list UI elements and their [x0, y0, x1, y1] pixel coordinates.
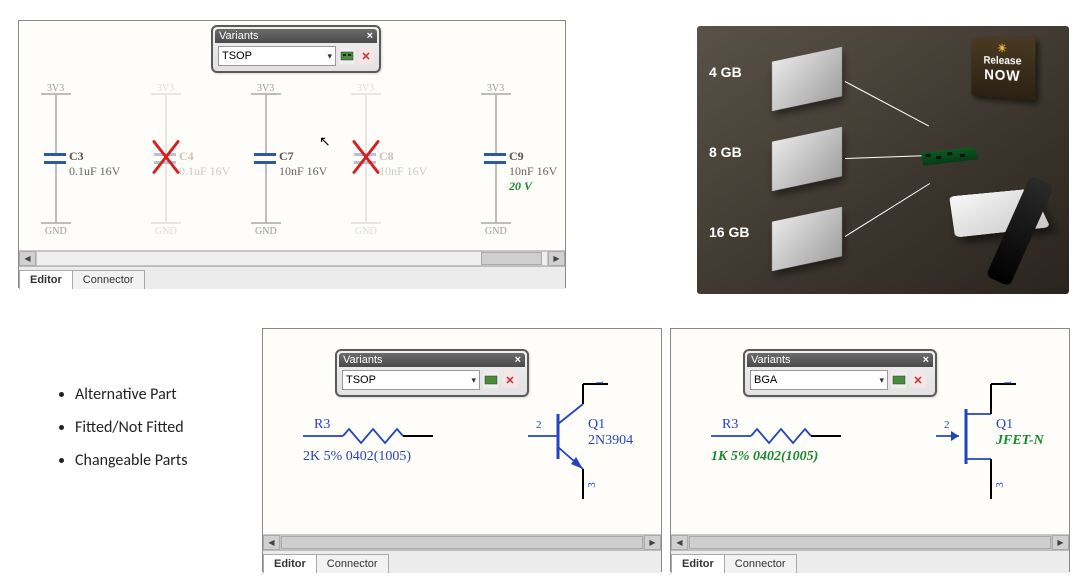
cap-value: 10nF 16V [509, 164, 557, 179]
schematic-canvas[interactable]: Variants × BGA ✕ R3 [671, 329, 1069, 534]
sheet-tabs: Editor Connector [19, 266, 565, 289]
cap-alt-value: 20 V [509, 179, 532, 194]
cap-ref: C9 [509, 149, 524, 164]
net-bot: GND [155, 226, 177, 237]
close-icon[interactable]: × [367, 30, 373, 42]
scroll-right-icon[interactable]: ▶ [644, 535, 661, 550]
variants-toolbar[interactable]: Variants × TSOP ✕ [335, 349, 529, 397]
size-16gb: 16 GB [709, 224, 749, 240]
not-fitted-x-icon [345, 136, 387, 178]
variants-value: TSOP [346, 374, 376, 386]
scroll-left-icon[interactable]: ◀ [19, 251, 36, 266]
variants-titlebar[interactable]: Variants × [215, 29, 377, 43]
sheet-tabs: Editor Connector [263, 550, 661, 573]
r-ref: R3 [314, 417, 330, 433]
variants-title-text: Variants [343, 354, 383, 366]
q-value: JFET-N [996, 433, 1044, 449]
release-line2: NOW [975, 66, 1032, 86]
delete-variant-icon[interactable]: ✕ [502, 372, 518, 388]
variants-dropdown[interactable]: BGA [750, 370, 888, 390]
size-4gb: 4 GB [709, 64, 742, 80]
scroll-left-icon[interactable]: ◀ [671, 535, 688, 550]
size-8gb: 8 GB [709, 144, 742, 160]
release-badge: ☀ Release NOW [971, 38, 1035, 101]
variants-titlebar[interactable]: Variants × [339, 353, 525, 367]
release-line1: Release [975, 54, 1032, 68]
pin-collector: 1 [594, 380, 606, 386]
q-ref: Q1 [588, 417, 605, 433]
not-fitted-x-icon [145, 136, 187, 178]
horizontal-scrollbar[interactable]: ◀ ▶ [19, 250, 565, 266]
pin-source: 3 [994, 482, 1006, 488]
net-bot: GND [45, 226, 67, 237]
mouse-cursor-icon: ↖ [319, 133, 331, 150]
variants-title-text: Variants [751, 354, 791, 366]
schematic-canvas[interactable]: Variants × TSOP ✕ 3V3 GND [19, 21, 565, 250]
variants-titlebar[interactable]: Variants × [747, 353, 933, 367]
chip-icon[interactable] [891, 372, 907, 388]
product-render: 4 GB 8 GB 16 GB ☀ Release NOW [697, 26, 1069, 294]
cap-value: 0.1uF 16V [69, 164, 120, 179]
pin-base: 2 [536, 419, 542, 431]
q-ref: Q1 [996, 417, 1013, 433]
tab-connector[interactable]: Connector [724, 554, 797, 573]
bullet-fitted: Fitted/Not Fitted [75, 418, 187, 437]
net-bot: GND [485, 226, 507, 237]
bottom-left-panel: Variants × TSOP ✕ R3 [262, 328, 662, 572]
cap-ref: C3 [69, 149, 84, 164]
close-icon[interactable]: × [515, 354, 521, 366]
sheet-tabs: Editor Connector [671, 550, 1069, 573]
pin-emitter: 3 [586, 482, 598, 488]
bullet-changeable: Changeable Parts [75, 451, 187, 470]
bottom-right-panel: Variants × BGA ✕ R3 [670, 328, 1070, 572]
variants-toolbar[interactable]: Variants × BGA ✕ [743, 349, 937, 397]
cap-ref: C7 [279, 149, 294, 164]
close-icon[interactable]: × [923, 354, 929, 366]
tab-connector[interactable]: Connector [316, 554, 389, 573]
feature-bullets: Alternative Part Fitted/Not Fitted Chang… [35, 371, 187, 484]
horizontal-scrollbar[interactable]: ◀ ▶ [671, 534, 1069, 550]
tab-editor[interactable]: Editor [19, 270, 73, 289]
top-schematic-panel: Variants × TSOP ✕ 3V3 GND [18, 20, 566, 288]
pin-drain: 1 [1002, 380, 1014, 386]
variants-title-text: Variants [219, 30, 259, 42]
tab-editor[interactable]: Editor [671, 554, 725, 573]
scroll-left-icon[interactable]: ◀ [263, 535, 280, 550]
delete-variant-icon[interactable]: ✕ [910, 372, 926, 388]
chip-icon[interactable] [339, 48, 355, 64]
cap-value: 10nF 16V [279, 164, 327, 179]
scroll-right-icon[interactable]: ▶ [548, 251, 565, 266]
chip-icon[interactable] [483, 372, 499, 388]
bullet-alternative-part: Alternative Part [75, 385, 187, 404]
pin-gate: 2 [944, 419, 950, 431]
r-ref: R3 [722, 417, 738, 433]
schematic-canvas[interactable]: Variants × TSOP ✕ R3 [263, 329, 661, 534]
delete-variant-icon[interactable]: ✕ [358, 48, 374, 64]
net-bot: GND [355, 226, 377, 237]
r-value: 2K 5% 0402(1005) [303, 449, 411, 465]
tab-connector[interactable]: Connector [72, 270, 145, 289]
variants-value: TSOP [222, 50, 252, 62]
r-value: 1K 5% 0402(1005) [711, 449, 818, 465]
variants-value: BGA [754, 374, 777, 386]
variants-dropdown[interactable]: TSOP [218, 46, 336, 66]
variants-toolbar[interactable]: Variants × TSOP ✕ [211, 25, 381, 73]
q-value: 2N3904 [588, 433, 633, 449]
scroll-right-icon[interactable]: ▶ [1052, 535, 1069, 550]
net-bot: GND [255, 226, 277, 237]
variants-dropdown[interactable]: TSOP [342, 370, 480, 390]
tab-editor[interactable]: Editor [263, 554, 317, 573]
horizontal-scrollbar[interactable]: ◀ ▶ [263, 534, 661, 550]
